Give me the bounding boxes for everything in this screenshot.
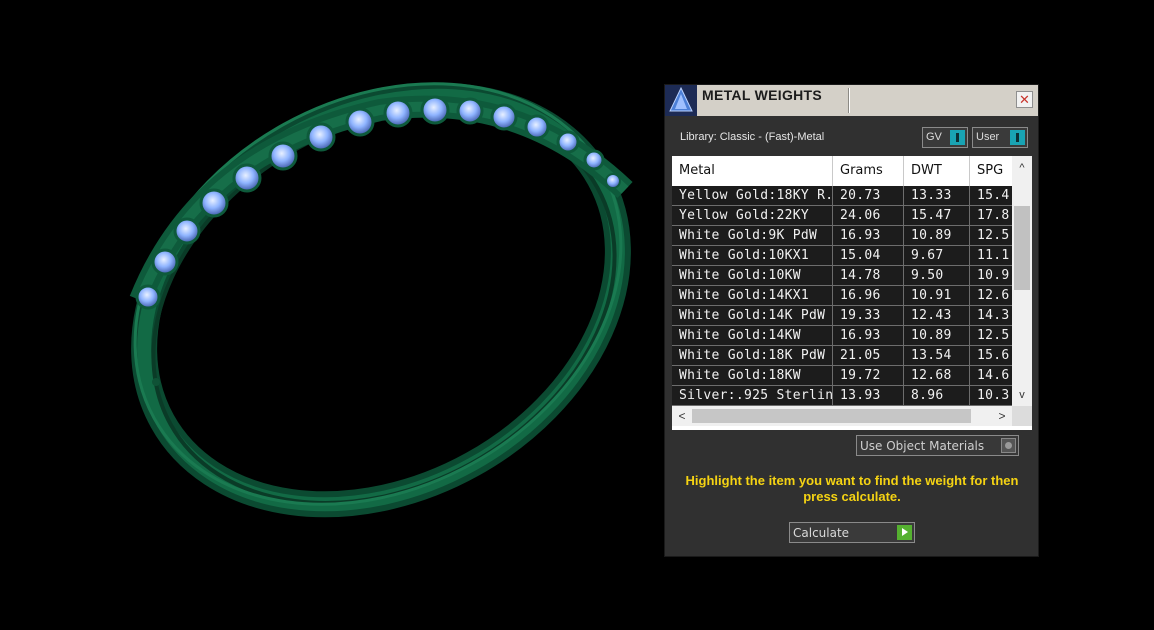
cell-spg: 12.5: [970, 226, 1012, 245]
table-body: Yellow Gold:18KY R... 20.73 13.33 15.4 Yell…: [672, 186, 1012, 406]
table-row[interactable]: White Gold:14K PdW 19.33 12.43 14.3: [672, 306, 1012, 326]
column-header-grams[interactable]: Grams: [833, 156, 904, 186]
cell-spg: 14.3: [970, 306, 1012, 325]
cell-dwt: 10.89: [904, 226, 970, 245]
scroll-up-icon[interactable]: ^: [1012, 156, 1032, 180]
cell-dwt: 12.43: [904, 306, 970, 325]
cell-spg: 12.5: [970, 326, 1012, 345]
table-row[interactable]: White Gold:10KX1 15.04 9.67 11.1: [672, 246, 1012, 266]
cell-dwt: 8.96: [904, 386, 970, 405]
cell-metal: White Gold:18K PdW: [672, 346, 833, 365]
calculate-label: Calculate: [793, 526, 850, 540]
cell-spg: 15.6: [970, 346, 1012, 365]
toggle-switch-icon: [1010, 130, 1025, 145]
app-logo-icon: [665, 85, 697, 116]
scrollbar-corner: [1012, 406, 1032, 426]
cell-metal: White Gold:14KW: [672, 326, 833, 345]
cell-spg: 12.6: [970, 286, 1012, 305]
table-row[interactable]: White Gold:14KX1 16.96 10.91 12.6: [672, 286, 1012, 306]
scroll-right-icon[interactable]: >: [992, 406, 1012, 426]
metal-weights-panel: METAL WEIGHTS ✕ Library: Classic - (Fast…: [664, 84, 1039, 557]
cell-metal: White Gold:10KX1: [672, 246, 833, 265]
cell-grams: 19.33: [833, 306, 904, 325]
table-row[interactable]: White Gold:18K PdW 21.05 13.54 15.6: [672, 346, 1012, 366]
gem-row: [135, 95, 621, 310]
cell-grams: 20.73: [833, 186, 904, 205]
3d-viewport[interactable]: [0, 0, 660, 625]
cell-metal: White Gold:18KW: [672, 366, 833, 385]
cell-dwt: 12.68: [904, 366, 970, 385]
table-header: Metal Grams DWT SPG: [672, 156, 1012, 186]
cell-metal: Yellow Gold:18KY R...: [672, 186, 833, 205]
horizontal-scroll-thumb[interactable]: [692, 409, 971, 423]
cell-grams: 14.78: [833, 266, 904, 285]
cell-spg: 15.4: [970, 186, 1012, 205]
cell-spg: 10.9: [970, 266, 1012, 285]
column-header-spg[interactable]: SPG: [970, 156, 1012, 186]
table-row[interactable]: Yellow Gold:22KY 24.06 15.47 17.8: [672, 206, 1012, 226]
cell-spg: 14.6: [970, 366, 1012, 385]
vertical-scroll-thumb[interactable]: [1014, 206, 1030, 290]
cell-metal: Silver:.925 Sterling: [672, 386, 833, 405]
gv-toggle[interactable]: GV: [922, 127, 968, 148]
title-divider: [848, 88, 850, 113]
scroll-left-icon[interactable]: <: [674, 406, 690, 426]
table-row[interactable]: Silver:.925 Sterling 13.93 8.96 10.3: [672, 386, 1012, 406]
close-button[interactable]: ✕: [1016, 91, 1033, 108]
cell-metal: White Gold:9K PdW: [672, 226, 833, 245]
table-row[interactable]: White Gold:18KW 19.72 12.68 14.6: [672, 366, 1012, 386]
table-row[interactable]: White Gold:10KW 14.78 9.50 10.9: [672, 266, 1012, 286]
cell-dwt: 10.91: [904, 286, 970, 305]
toggle-switch-icon: [950, 130, 965, 145]
column-header-dwt[interactable]: DWT: [904, 156, 970, 186]
column-header-metal[interactable]: Metal: [672, 156, 833, 186]
cell-dwt: 9.50: [904, 266, 970, 285]
close-icon: ✕: [1019, 92, 1030, 107]
table-row[interactable]: White Gold:9K PdW 16.93 10.89 12.5: [672, 226, 1012, 246]
table-row[interactable]: White Gold:14KW 16.93 10.89 12.5: [672, 326, 1012, 346]
use-object-materials-toggle[interactable]: Use Object Materials: [856, 435, 1019, 456]
title-bar[interactable]: METAL WEIGHTS ✕: [665, 85, 1038, 116]
cell-dwt: 15.47: [904, 206, 970, 225]
vertical-scrollbar[interactable]: ^ v: [1012, 156, 1032, 410]
cell-dwt: 9.67: [904, 246, 970, 265]
cell-metal: White Gold:14K PdW: [672, 306, 833, 325]
panel-title: METAL WEIGHTS: [702, 87, 823, 103]
cell-grams: 24.06: [833, 206, 904, 225]
cell-spg: 10.3: [970, 386, 1012, 405]
user-toggle[interactable]: User: [972, 127, 1028, 148]
play-arrow-icon: [897, 525, 912, 540]
cell-grams: 16.96: [833, 286, 904, 305]
cell-grams: 16.93: [833, 226, 904, 245]
library-label: Library: Classic - (Fast)-Metal: [680, 131, 825, 143]
gv-toggle-label: GV: [926, 131, 942, 143]
use-object-materials-label: Use Object Materials: [860, 439, 985, 453]
cell-dwt: 13.54: [904, 346, 970, 365]
scroll-down-icon[interactable]: v: [1012, 384, 1032, 406]
cell-metal: White Gold:10KW: [672, 266, 833, 285]
cell-spg: 11.1: [970, 246, 1012, 265]
cell-metal: White Gold:14KX1: [672, 286, 833, 305]
instruction-text: Highlight the item you want to find the …: [685, 473, 1019, 504]
cell-grams: 21.05: [833, 346, 904, 365]
cell-metal: Yellow Gold:22KY: [672, 206, 833, 225]
cell-grams: 15.04: [833, 246, 904, 265]
cell-grams: 19.72: [833, 366, 904, 385]
ring-model: [129, 82, 633, 518]
calculate-button[interactable]: Calculate: [789, 522, 915, 543]
metal-weights-table: Metal Grams DWT SPG Yellow Gold:18KY R..…: [672, 156, 1032, 430]
horizontal-scrollbar[interactable]: < >: [672, 406, 1032, 426]
cell-dwt: 13.33: [904, 186, 970, 205]
cell-grams: 16.93: [833, 326, 904, 345]
cell-grams: 13.93: [833, 386, 904, 405]
cell-dwt: 10.89: [904, 326, 970, 345]
radio-icon: [1001, 438, 1016, 453]
cell-spg: 17.8: [970, 206, 1012, 225]
table-row[interactable]: Yellow Gold:18KY R... 20.73 13.33 15.4: [672, 186, 1012, 206]
user-toggle-label: User: [976, 131, 1000, 143]
